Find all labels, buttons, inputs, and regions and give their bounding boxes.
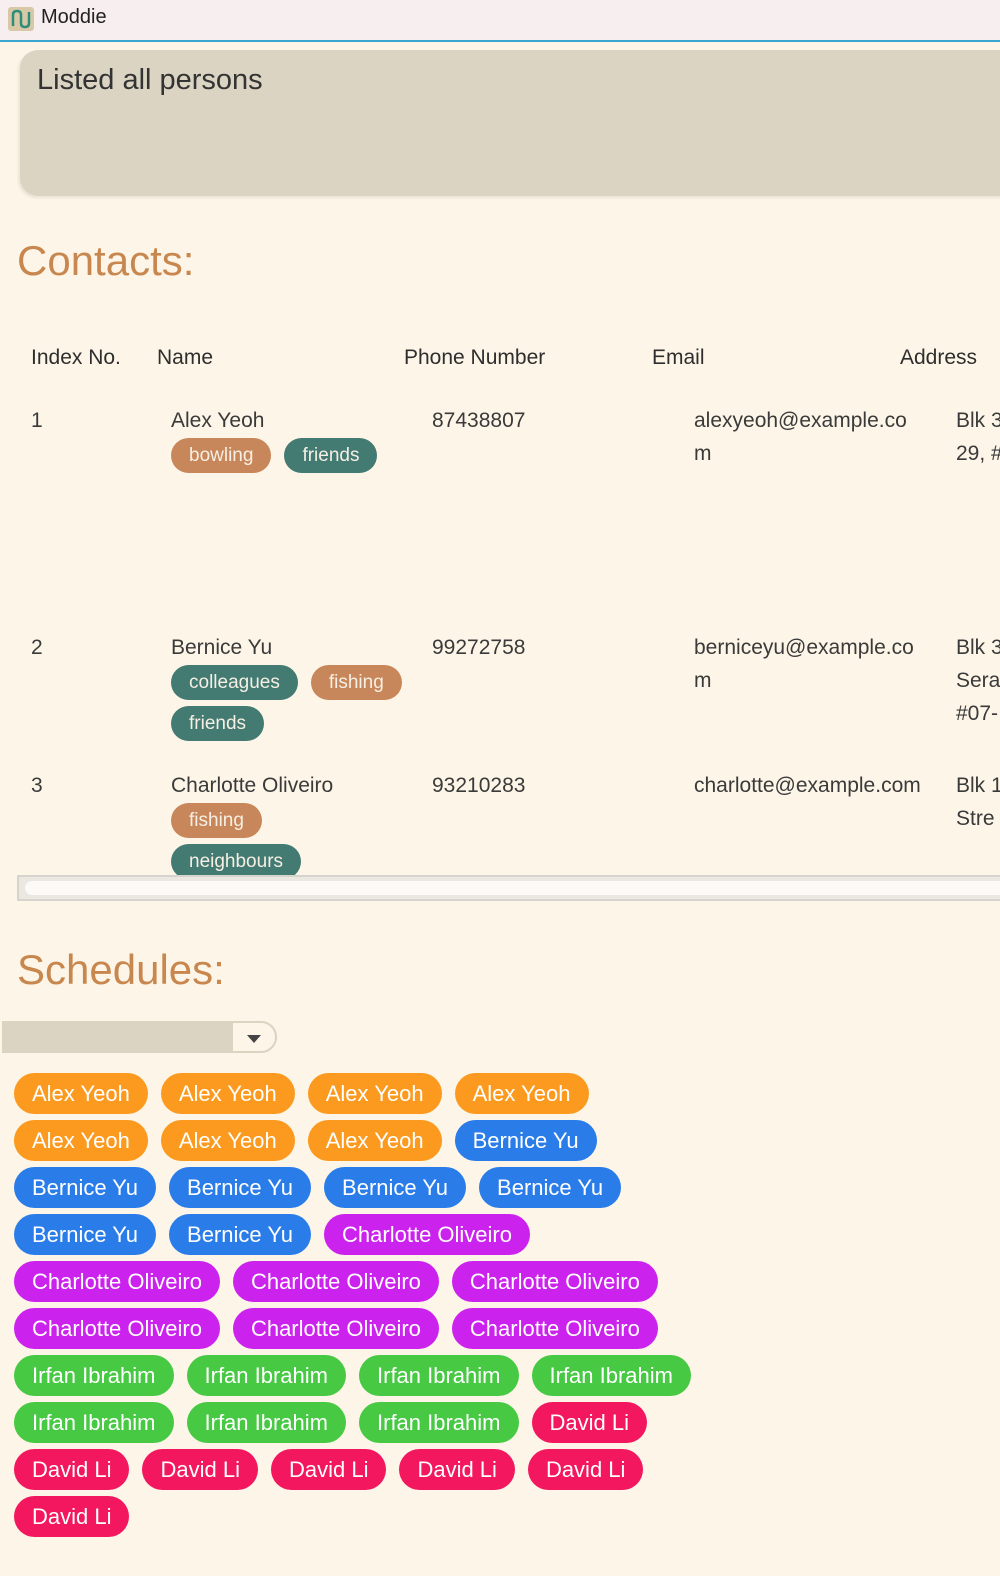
schedule-list: Alex Yeoh Alex Yeoh Alex Yeoh Alex Yeoh Alex… xyxy=(14,1073,734,1537)
tag-chip: colleagues xyxy=(171,665,298,700)
tag-chip: fishing xyxy=(310,665,402,700)
contact-name: Charlotte Oliveiro xyxy=(171,774,334,797)
schedule-pill[interactable]: Bernice Yu xyxy=(454,1120,597,1161)
address-line: Stre xyxy=(956,807,995,830)
schedule-pill[interactable]: Alex Yeoh xyxy=(454,1073,589,1114)
contact-address: Blk 1 Stre xyxy=(956,769,1000,835)
schedule-pill[interactable]: Bernice Yu xyxy=(169,1214,312,1255)
schedules-heading: Schedules: xyxy=(17,946,225,993)
row-index: 2 xyxy=(31,636,43,659)
schedule-pill[interactable]: Charlotte Oliveiro xyxy=(451,1308,658,1349)
schedule-pill[interactable]: Irfan Ibrahim xyxy=(186,1402,346,1443)
schedule-pill[interactable]: Charlotte Oliveiro xyxy=(14,1261,220,1302)
contact-name: Bernice Yu xyxy=(171,636,273,659)
app-logo-icon xyxy=(8,7,34,31)
address-line: Sera xyxy=(956,669,1000,692)
address-line: 29, # xyxy=(956,442,1000,465)
address-line: #07- xyxy=(956,702,999,725)
column-header-phone[interactable]: Phone Number xyxy=(404,346,545,370)
schedule-selector[interactable] xyxy=(2,1021,277,1053)
contact-email: alexyeoh@example.com xyxy=(694,409,907,465)
schedule-pill[interactable]: Bernice Yu xyxy=(14,1214,157,1255)
schedule-pill[interactable]: Alex Yeoh xyxy=(160,1120,295,1161)
schedule-pill[interactable]: Alex Yeoh xyxy=(14,1120,148,1161)
command-result-box: Listed all persons xyxy=(20,50,1000,196)
schedule-pill[interactable]: Bernice Yu xyxy=(479,1167,622,1208)
tag-chip: fishing xyxy=(171,803,262,838)
schedule-pill[interactable]: Charlotte Oliveiro xyxy=(14,1308,220,1349)
row-index: 3 xyxy=(31,774,43,797)
schedule-pill[interactable]: Alex Yeoh xyxy=(307,1073,442,1114)
schedule-pill[interactable]: Charlotte Oliveiro xyxy=(232,1308,439,1349)
tag-list: bowling friends xyxy=(171,438,421,473)
schedule-pill[interactable]: David Li xyxy=(142,1449,258,1490)
schedule-pill[interactable]: Bernice Yu xyxy=(14,1167,157,1208)
tag-chip: friends xyxy=(284,438,378,473)
schedule-pill[interactable]: Irfan Ibrahim xyxy=(531,1355,691,1396)
address-line: Blk 3 xyxy=(956,409,1000,432)
schedule-pill[interactable]: David Li xyxy=(399,1449,515,1490)
contacts-heading: Contacts: xyxy=(17,237,195,284)
schedule-pill[interactable]: David Li xyxy=(14,1449,130,1490)
contact-email: charlotte@example.com xyxy=(694,774,921,797)
schedule-pill[interactable]: Bernice Yu xyxy=(169,1167,312,1208)
column-header-address[interactable]: Address xyxy=(900,346,977,370)
schedule-pill[interactable]: Charlotte Oliveiro xyxy=(324,1214,530,1255)
tag-list: fishing neighbours xyxy=(171,803,321,875)
column-header-email[interactable]: Email xyxy=(652,346,705,370)
schedule-pill[interactable]: Irfan Ibrahim xyxy=(14,1355,174,1396)
contacts-table-body: 1 Alex Yeoh bowling friends 87438807 ale… xyxy=(0,395,1000,875)
column-header-name[interactable]: Name xyxy=(157,346,213,370)
schedule-pill[interactable]: Bernice Yu xyxy=(324,1167,467,1208)
contact-phone: 87438807 xyxy=(432,409,526,432)
schedule-pill[interactable]: David Li xyxy=(270,1449,387,1490)
tag-chip: neighbours xyxy=(171,844,302,875)
row-index: 1 xyxy=(31,409,43,432)
window-title: Moddie xyxy=(41,6,107,28)
contact-phone: 93210283 xyxy=(432,774,526,797)
dropdown-toggle[interactable] xyxy=(231,1021,277,1053)
tag-chip: friends xyxy=(171,706,265,741)
schedule-pill[interactable]: Irfan Ibrahim xyxy=(186,1355,346,1396)
tag-list: colleagues fishing friends xyxy=(171,665,421,741)
schedule-pill[interactable]: Irfan Ibrahim xyxy=(14,1402,174,1443)
address-line: Blk 1 xyxy=(956,774,1000,797)
schedule-pill[interactable]: Alex Yeoh xyxy=(160,1073,295,1114)
column-header-index[interactable]: Index No. xyxy=(31,346,121,370)
schedule-pill[interactable]: David Li xyxy=(527,1449,644,1490)
result-message: Listed all persons xyxy=(37,64,263,96)
schedule-pill[interactable]: Charlotte Oliveiro xyxy=(451,1261,658,1302)
schedule-pill[interactable]: Charlotte Oliveiro xyxy=(232,1261,439,1302)
schedule-pill[interactable]: Alex Yeoh xyxy=(14,1073,148,1114)
schedule-pill[interactable]: Irfan Ibrahim xyxy=(359,1402,519,1443)
contact-address: Blk 3 29, # xyxy=(956,404,1000,470)
schedule-pill[interactable]: David Li xyxy=(531,1402,647,1443)
horizontal-scrollbar[interactable] xyxy=(17,875,1000,901)
scrollbar-thumb[interactable] xyxy=(25,881,1000,895)
contact-address: Blk 3 Sera #07- xyxy=(956,631,1000,730)
tag-chip: bowling xyxy=(171,438,272,473)
contact-name: Alex Yeoh xyxy=(171,409,265,432)
contact-email: berniceyu@example.com xyxy=(694,636,914,692)
schedule-pill[interactable]: Alex Yeoh xyxy=(307,1120,442,1161)
schedule-pill[interactable]: David Li xyxy=(14,1496,130,1537)
schedule-pill[interactable]: Irfan Ibrahim xyxy=(359,1355,519,1396)
address-line: Blk 3 xyxy=(956,636,1000,659)
contact-phone: 99272758 xyxy=(432,636,526,659)
chevron-down-icon xyxy=(247,1035,261,1043)
title-bar: Moddie xyxy=(0,0,1000,42)
